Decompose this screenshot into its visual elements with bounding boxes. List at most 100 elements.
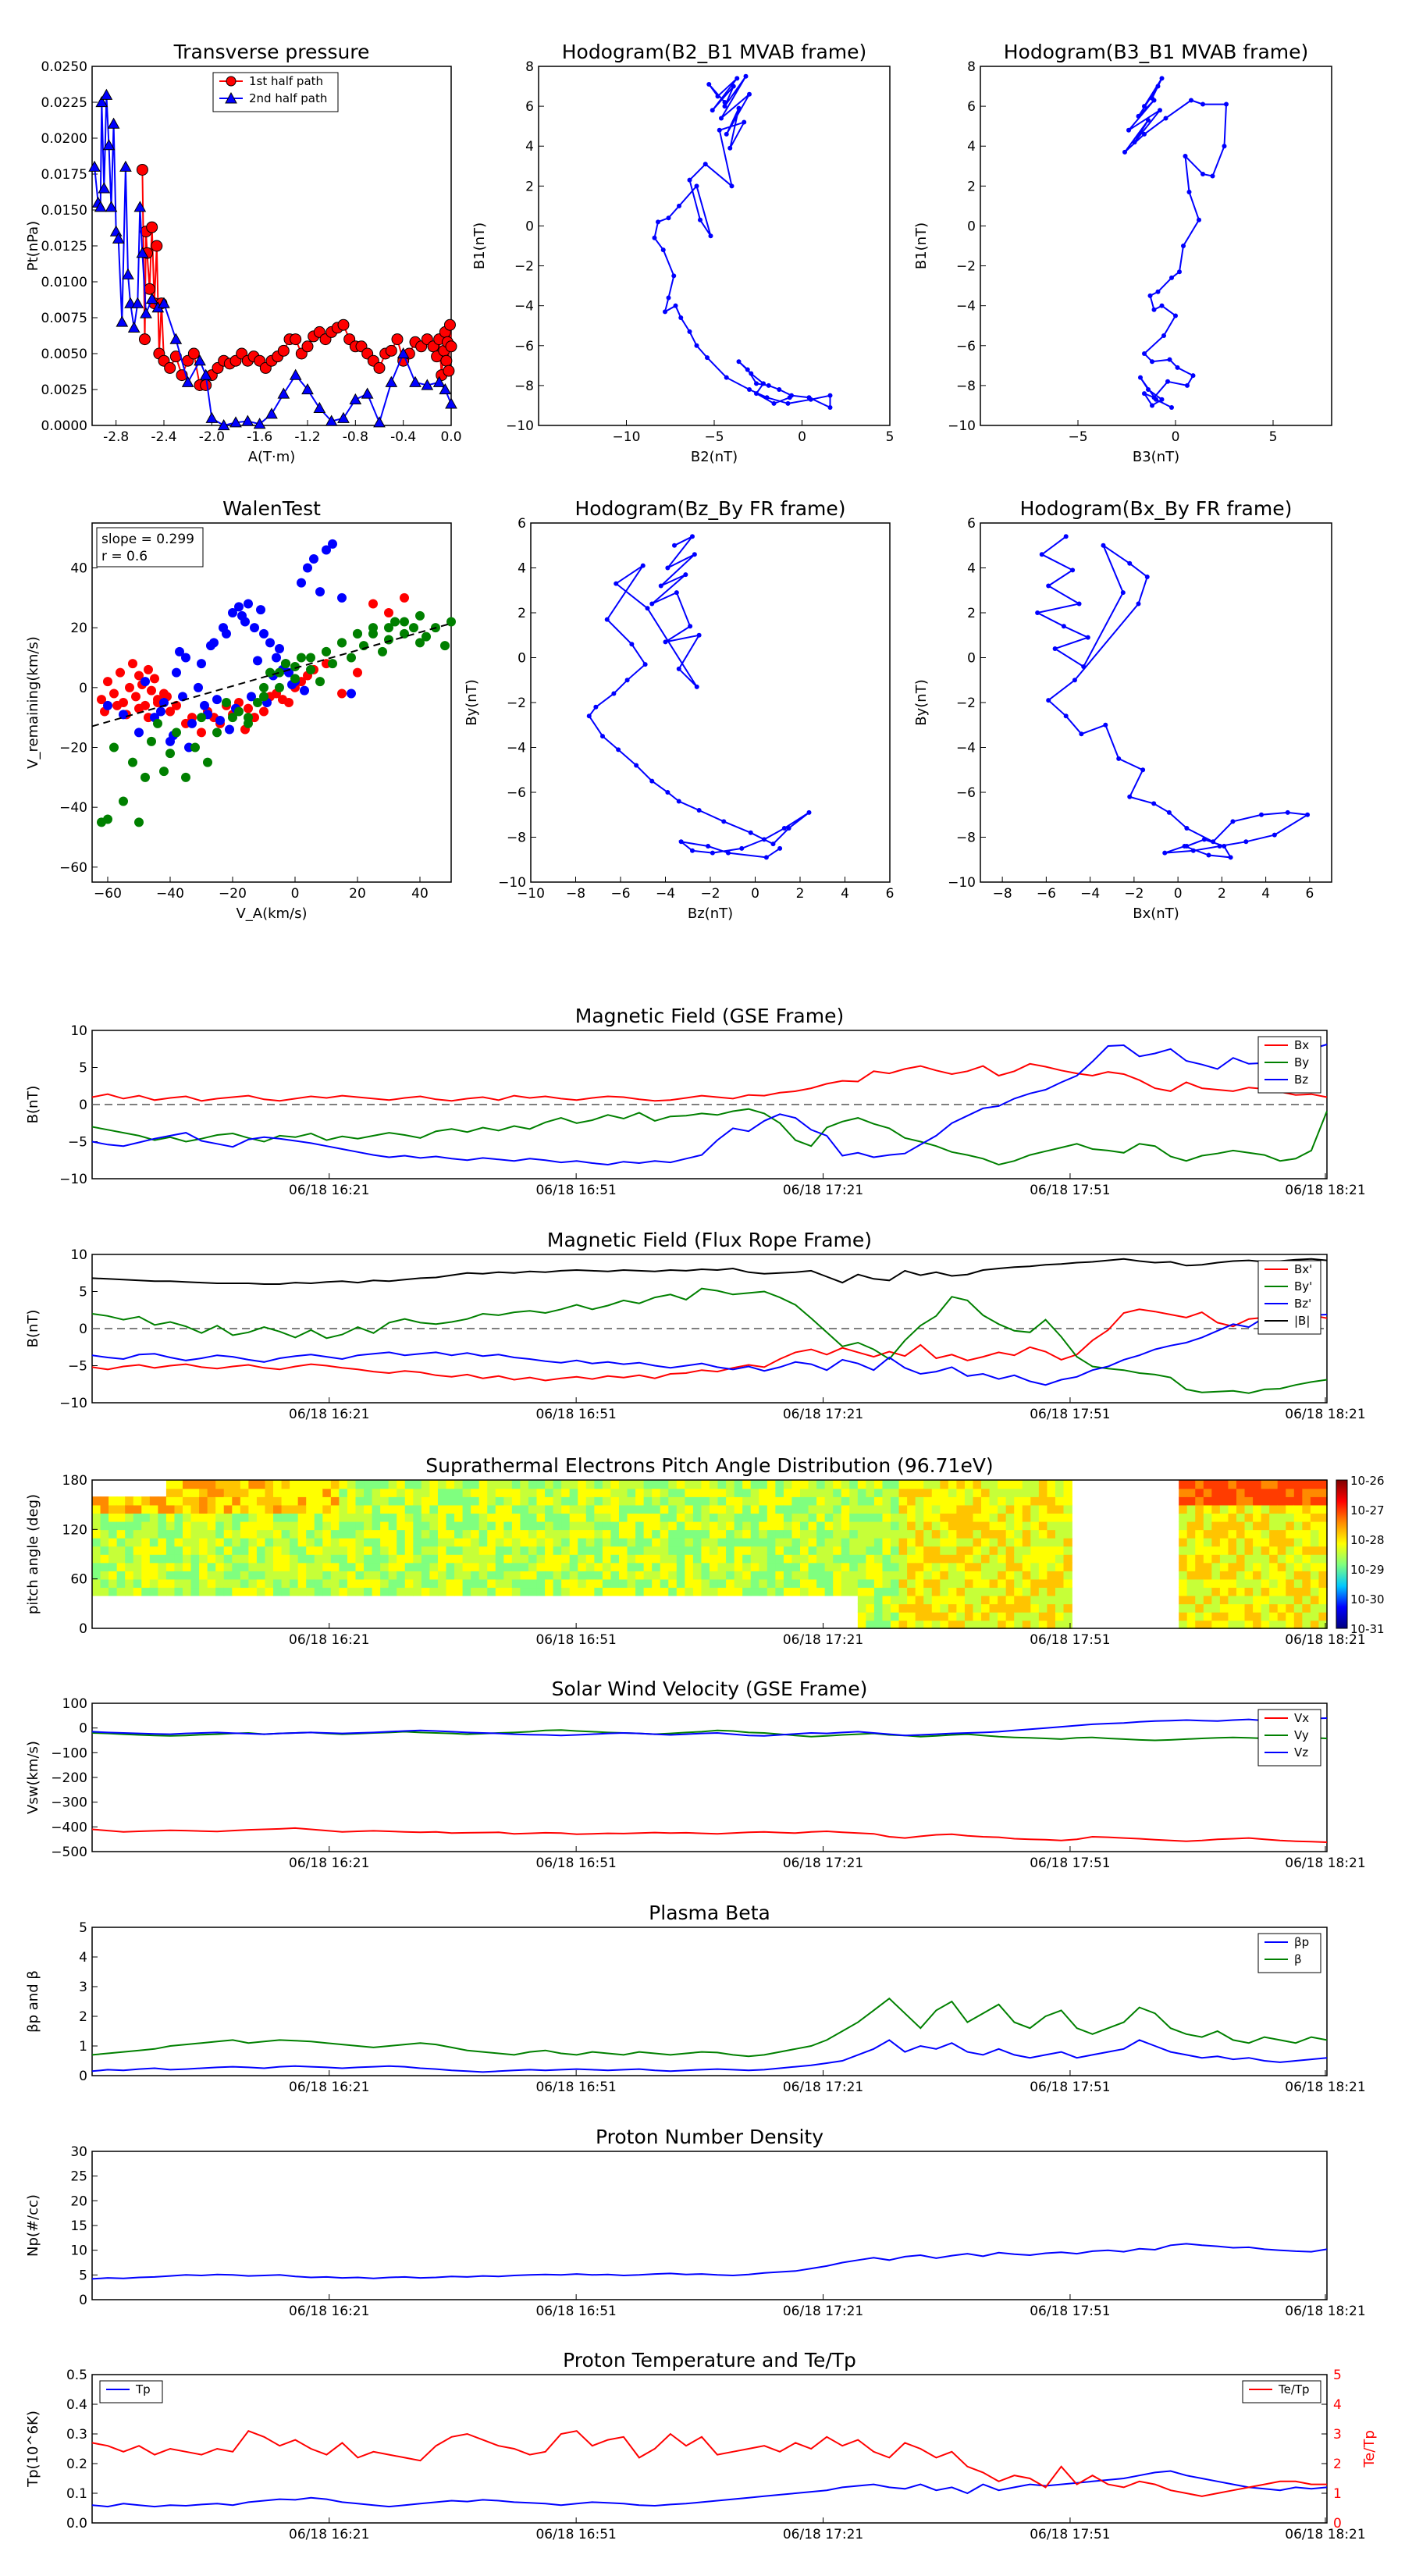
pad-cell xyxy=(446,1578,455,1589)
pad-cell xyxy=(857,1496,867,1506)
pad-cell xyxy=(1236,1603,1246,1613)
pad-cell xyxy=(199,1578,208,1589)
pad-cell xyxy=(421,1521,431,1531)
pad-cell xyxy=(692,1496,702,1506)
pad-cell xyxy=(652,1546,661,1555)
pad-cell xyxy=(495,1587,505,1596)
walen-point xyxy=(112,700,122,710)
pad-cell xyxy=(347,1554,357,1564)
pad-cell xyxy=(931,1488,941,1497)
pad-cell xyxy=(931,1513,941,1522)
x-tick-label: 06/18 16:21 xyxy=(289,2304,369,2319)
hodogram-b2-b1-point xyxy=(719,116,724,121)
walen-point xyxy=(306,664,315,674)
y-axis-label: pitch angle (deg) xyxy=(25,1494,41,1614)
pad-cell xyxy=(816,1488,826,1497)
pad-cell xyxy=(1179,1571,1188,1580)
x-tick-label: 06/18 16:21 xyxy=(289,1183,369,1198)
pad-cell xyxy=(710,1587,719,1596)
pad-cell xyxy=(330,1496,340,1506)
hodogram-b2-b1-point xyxy=(731,84,736,89)
x-tick-label: −8 xyxy=(993,886,1012,902)
walen-point xyxy=(253,656,262,666)
pad-cell xyxy=(116,1546,126,1555)
y-tick-label: 10 xyxy=(70,2243,87,2259)
hodogram-b2-b1-point xyxy=(747,387,752,392)
legend-label: 2nd half path xyxy=(249,91,327,105)
pad-cell xyxy=(701,1587,710,1596)
y-axis-label: V_remaining(km/s) xyxy=(25,636,41,769)
pad-cell xyxy=(1293,1620,1304,1629)
pad-cell xyxy=(388,1562,398,1571)
y-tick-label: 2 xyxy=(79,2009,87,2025)
y-tick-label: 0.0150 xyxy=(41,203,87,219)
hodogram-bx-by-point xyxy=(1081,664,1087,669)
pad-cell xyxy=(503,1587,513,1596)
pad-cell xyxy=(1005,1521,1016,1531)
pad-cell xyxy=(1211,1496,1221,1506)
pad-cell xyxy=(1203,1562,1213,1571)
pad-cell xyxy=(454,1546,464,1555)
pad-cell xyxy=(183,1562,192,1571)
pad-cell xyxy=(1195,1595,1204,1605)
pad-cell xyxy=(1047,1546,1056,1555)
pad-cell xyxy=(413,1521,422,1531)
x-tick-label: 06/18 18:21 xyxy=(1285,1183,1365,1198)
pad-cell xyxy=(1228,1529,1237,1539)
walen-point xyxy=(156,706,165,717)
chart-title: Transverse pressure xyxy=(173,41,370,63)
pad-cell xyxy=(973,1513,982,1522)
pad-cell xyxy=(413,1504,422,1514)
hodogram-b2-b1-point xyxy=(761,381,766,386)
hodogram-bx-by-point xyxy=(1222,844,1227,849)
pad-cell xyxy=(668,1587,678,1596)
pad-cell xyxy=(1055,1578,1065,1589)
pad-cell xyxy=(322,1562,332,1571)
pad-cell xyxy=(1014,1587,1023,1596)
pad-cell xyxy=(141,1496,151,1506)
pad-cell xyxy=(388,1546,398,1555)
pad-cell xyxy=(1179,1603,1188,1613)
pad-cell xyxy=(240,1521,250,1531)
hodogram-bz-by-point xyxy=(696,808,702,813)
pad-cell xyxy=(1055,1480,1065,1489)
y-axis-label-right: Te/Tp xyxy=(1361,2430,1378,2468)
walen-point xyxy=(297,578,306,588)
x-tick-label: 06/18 17:21 xyxy=(783,1856,863,1871)
pad-cell xyxy=(372,1578,381,1589)
pad-cell xyxy=(1038,1496,1048,1506)
pad-cell xyxy=(717,1546,727,1555)
pad-cell xyxy=(923,1620,933,1629)
pad-cell xyxy=(1014,1578,1023,1589)
pad-cell xyxy=(503,1537,513,1547)
pad-cell xyxy=(602,1504,612,1514)
y-tick-label: −400 xyxy=(51,1820,87,1835)
pad-cell xyxy=(907,1620,916,1629)
chart-title: Solar Wind Velocity (GSE Frame) xyxy=(552,1678,868,1700)
pad-cell xyxy=(891,1488,900,1497)
pad-cell xyxy=(388,1578,398,1589)
pad-cell xyxy=(536,1571,546,1580)
pad-cell xyxy=(388,1480,398,1489)
pad-cell xyxy=(397,1562,406,1571)
pad-cell xyxy=(849,1562,859,1571)
x-tick-label: 0.0 xyxy=(440,429,461,445)
pad-cell xyxy=(998,1513,1007,1522)
pad-cell xyxy=(710,1562,719,1571)
pad-cell xyxy=(404,1546,414,1555)
pad-cell xyxy=(100,1529,109,1539)
pad-cell xyxy=(1203,1488,1213,1497)
pad-cell xyxy=(964,1521,974,1531)
pad-cell xyxy=(923,1562,933,1571)
pad-cell xyxy=(487,1562,496,1571)
x-tick-label: 06/18 18:21 xyxy=(1285,1856,1365,1871)
pad-cell xyxy=(215,1480,225,1489)
pad-cell xyxy=(1014,1554,1023,1564)
pad-cell xyxy=(783,1546,793,1555)
pad-cell xyxy=(108,1554,118,1564)
pad-cell xyxy=(857,1537,867,1547)
pad-cell xyxy=(808,1529,817,1539)
pad-cell xyxy=(240,1488,250,1497)
pad-cell xyxy=(1244,1480,1254,1489)
pad-cell xyxy=(907,1521,916,1531)
